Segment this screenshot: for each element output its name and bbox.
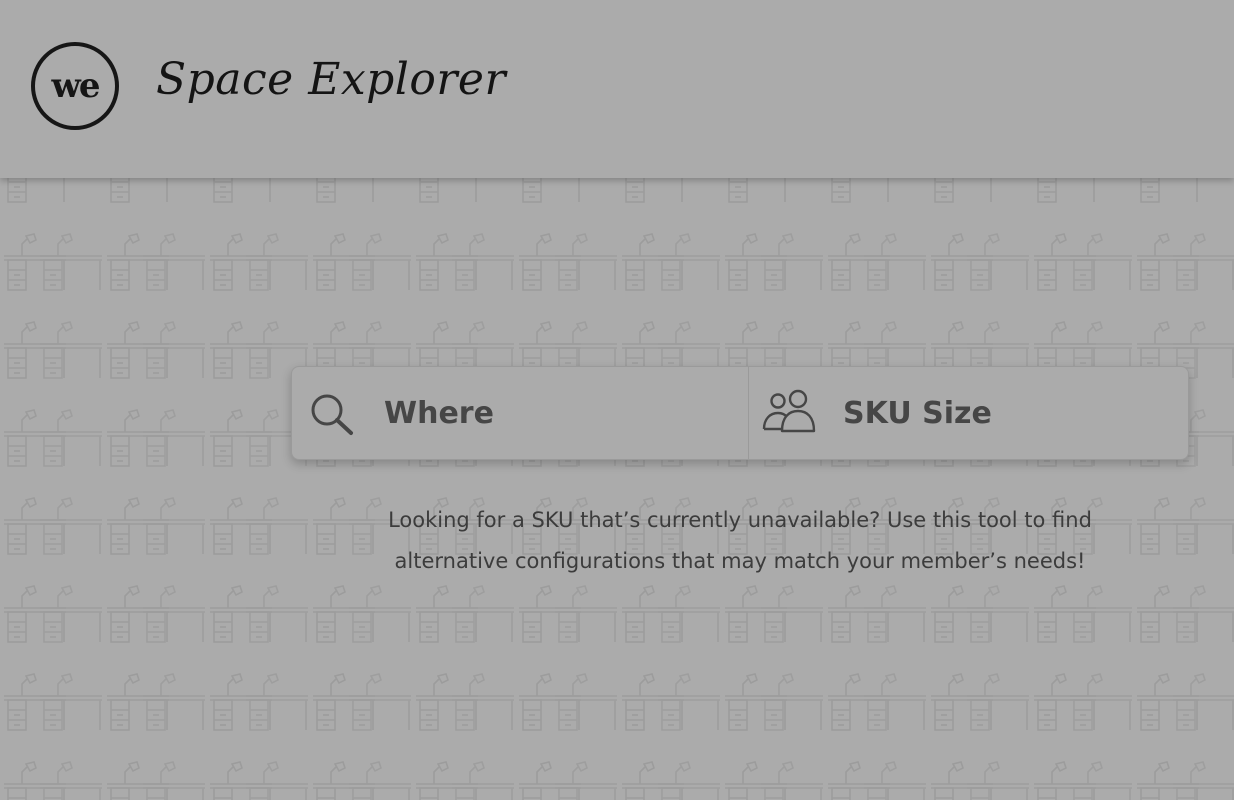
where-search-field[interactable]: Where	[292, 367, 749, 459]
tool-description: Looking for a SKU that’s currently unava…	[291, 500, 1189, 582]
top-header: we Space Explorer	[0, 0, 1234, 178]
sku-size-label: SKU Size	[843, 396, 992, 431]
tool-description-line-1: Looking for a SKU that’s currently unava…	[388, 508, 1092, 532]
search-icon	[311, 394, 353, 435]
where-label: Where	[384, 396, 494, 431]
app-title: Space Explorer	[156, 54, 506, 105]
page: we Space Explorer Where SKU Size Looking…	[0, 0, 1234, 800]
wework-logo[interactable]: we	[30, 41, 120, 131]
search-bar: Where SKU Size	[291, 366, 1189, 460]
sku-size-field[interactable]: SKU Size	[749, 367, 1188, 459]
people-icon	[762, 389, 816, 433]
tool-description-line-2: alternative configurations that may matc…	[394, 549, 1086, 573]
logo-text: we	[51, 66, 100, 106]
